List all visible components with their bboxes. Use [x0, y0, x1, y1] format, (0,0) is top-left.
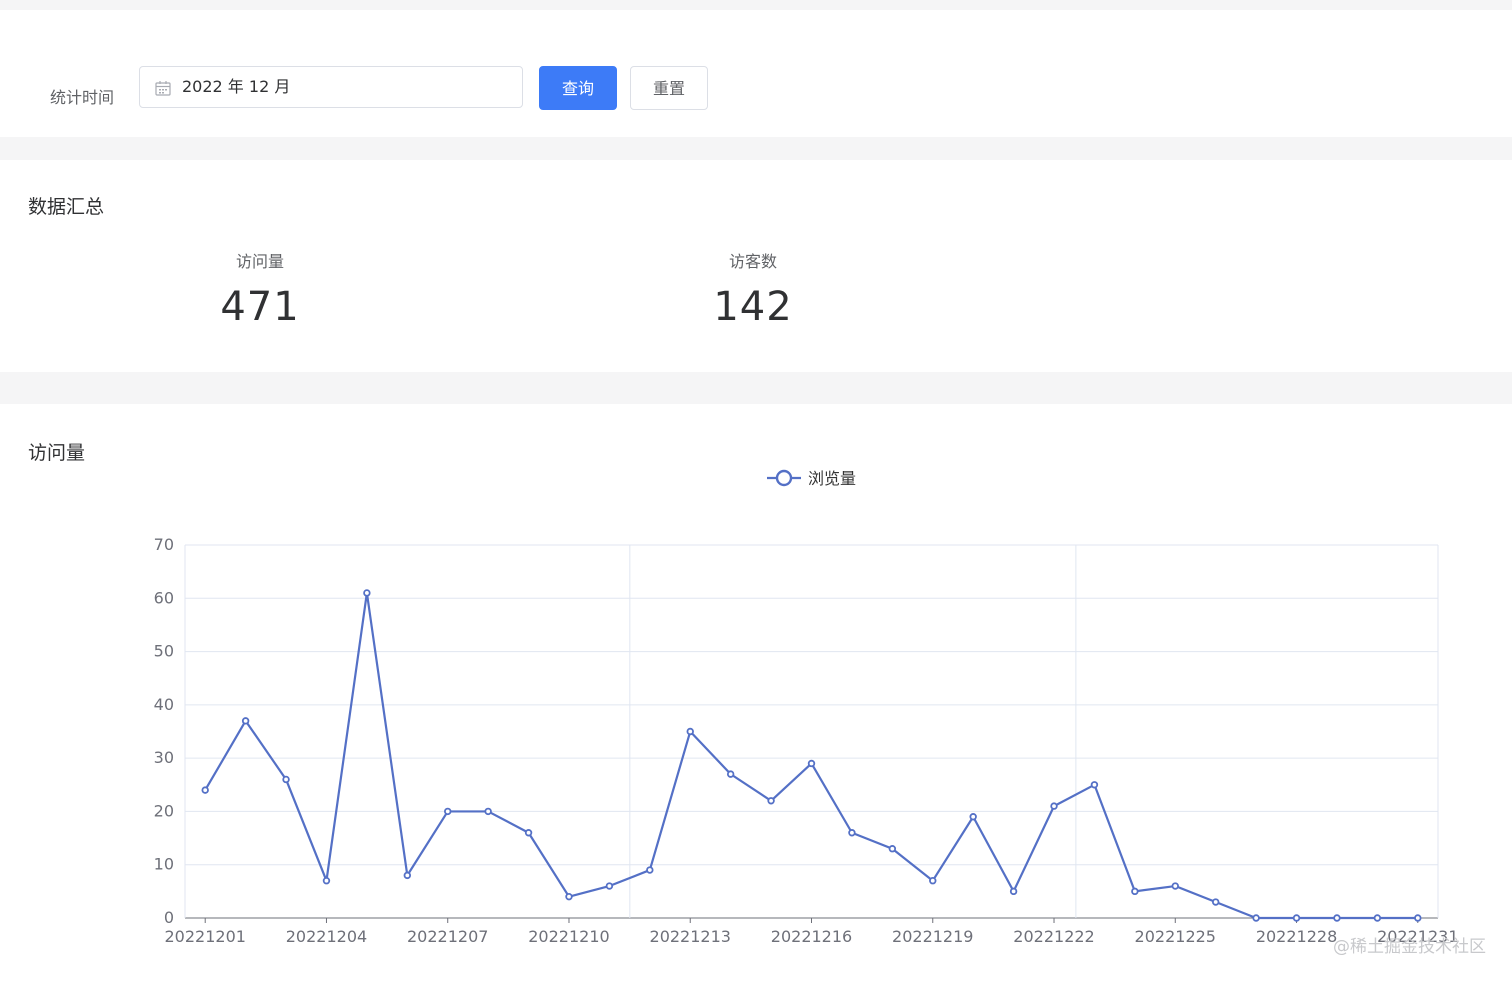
x-tick-label: 20221204	[286, 927, 367, 946]
x-tick-label: 20221207	[407, 927, 488, 946]
filter-label: 统计时间	[50, 88, 115, 107]
month-value: 2022 年 12 月	[182, 77, 291, 96]
data-point	[1171, 882, 1179, 890]
y-tick-label: 70	[154, 535, 174, 554]
visitors-value: 142	[713, 284, 793, 330]
data-point	[1252, 914, 1260, 922]
data-point	[565, 892, 573, 901]
visitors-stat: 访客数 142	[703, 248, 803, 330]
chart-panel: 访问量 0 10 20 30 40 50 60 70 20221201 20221204 20221…	[0, 404, 1512, 983]
data-point	[686, 727, 694, 736]
legend-marker	[775, 469, 793, 487]
y-tick-label: 40	[154, 695, 174, 714]
y-tick-label: 10	[154, 855, 174, 874]
reset-button[interactable]: 重置	[630, 66, 708, 110]
data-point	[1292, 914, 1301, 922]
y-tick-label: 60	[154, 588, 174, 607]
data-point	[1050, 802, 1058, 810]
data-point	[282, 775, 290, 784]
y-tick-label: 50	[154, 642, 174, 661]
month-picker[interactable]: 2022 年 12 月	[139, 66, 523, 108]
visitors-label: 访客数	[728, 252, 777, 271]
data-point	[888, 845, 897, 853]
data-point	[322, 877, 331, 885]
visits-value: 471	[220, 284, 300, 330]
data-point	[929, 877, 937, 885]
x-tick-label: 20221225	[1135, 927, 1216, 946]
summary-panel: 数据汇总 访问量 471 访客数 142	[0, 160, 1512, 372]
x-tick-label: 20221216	[771, 927, 852, 946]
summary-title: 数据汇总	[28, 196, 105, 218]
data-point	[605, 882, 614, 890]
query-button[interactable]: 查询	[539, 66, 617, 110]
data-point	[767, 797, 775, 805]
filter-panel: 统计时间 2022 年 12 月 查询 重置	[0, 10, 1512, 137]
data-point	[1211, 898, 1220, 906]
calendar-icon	[155, 81, 171, 96]
data-point	[201, 786, 209, 794]
series-line	[204, 591, 1418, 920]
visits-label: 访问量	[235, 252, 284, 271]
x-tick-label: 20221228	[1256, 927, 1337, 946]
x-tick-label: 20221213	[650, 927, 731, 946]
data-point	[1009, 887, 1018, 896]
y-tick-label: 20	[154, 801, 174, 820]
data-point	[403, 871, 412, 880]
data-point	[241, 717, 250, 725]
data-point	[1333, 914, 1341, 922]
x-tick-label: 20221201	[164, 927, 245, 946]
x-tick-label: 20221210	[528, 927, 609, 946]
data-point	[1414, 914, 1422, 922]
legend-label: 浏览量	[808, 469, 856, 488]
x-tick-label: 20221219	[892, 927, 973, 946]
data-point	[444, 807, 452, 816]
data-point	[1131, 887, 1139, 896]
data-point	[969, 813, 977, 821]
data-point	[363, 589, 371, 597]
data-point	[1090, 781, 1099, 789]
data-point	[848, 829, 856, 837]
data-point	[646, 866, 654, 874]
x-tick-label: 20221222	[1013, 927, 1094, 946]
data-point	[484, 807, 492, 816]
data-point	[524, 829, 533, 837]
visits-stat: 访问量 471	[210, 248, 310, 330]
watermark: @稀土掘金技术社区	[1333, 937, 1486, 957]
y-tick-label: 0	[164, 908, 174, 927]
data-point	[1373, 914, 1382, 922]
y-tick-label: 30	[154, 748, 174, 767]
line-chart: 0 10 20 30 40 50 60 70 20221201 20221204 20221207 2…	[154, 469, 1459, 946]
data-point	[807, 759, 816, 768]
data-point	[726, 770, 735, 778]
